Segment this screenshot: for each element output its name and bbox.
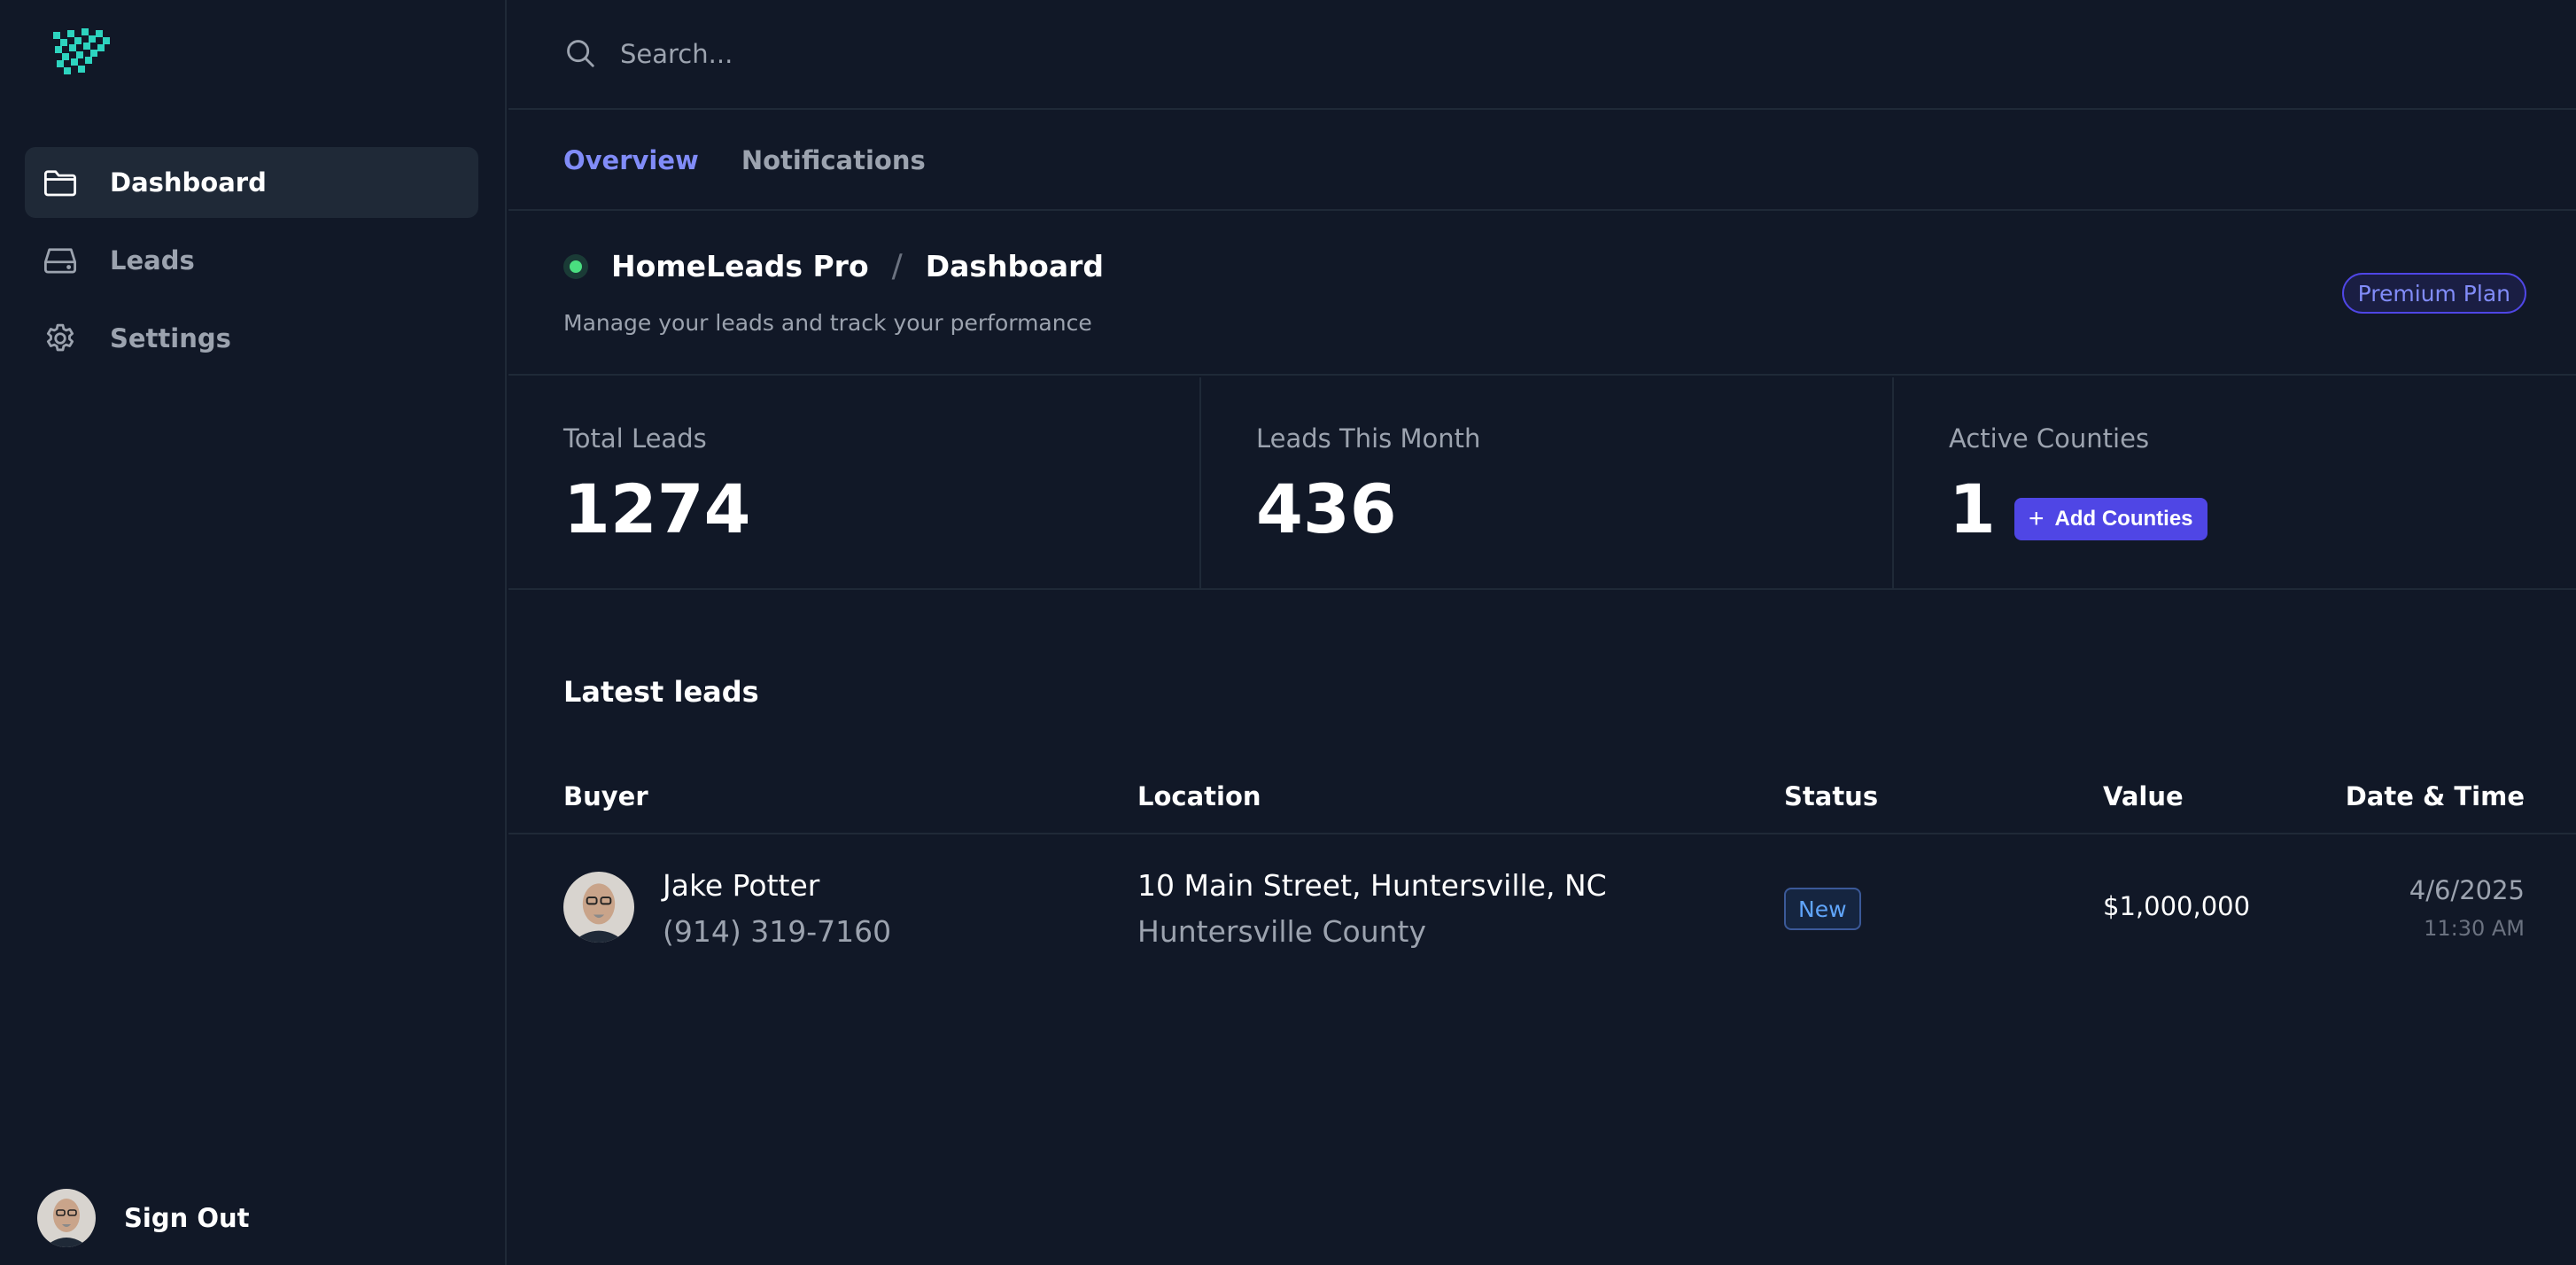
- sidebar: Dashboard Leads Settings Sign Out: [0, 0, 507, 1265]
- avatar: [563, 872, 634, 943]
- gear-icon: [41, 319, 80, 358]
- search-input[interactable]: [620, 39, 1683, 69]
- page-title: Dashboard: [925, 249, 1105, 283]
- sign-out-label: Sign Out: [124, 1203, 250, 1233]
- buyer-phone: (914) 319-7160: [663, 914, 892, 949]
- plus-icon: +: [2029, 504, 2045, 533]
- search-icon: [563, 36, 599, 72]
- search-bar: [508, 0, 2576, 110]
- buyer-name: Jake Potter: [663, 868, 820, 903]
- main-content: Overview Notifications HomeLeads Pro / D…: [508, 0, 2576, 1265]
- add-counties-button[interactable]: + Add Counties: [2014, 498, 2207, 540]
- sign-out-button[interactable]: Sign Out: [37, 1189, 250, 1247]
- stat-label: Total Leads: [563, 423, 707, 454]
- page-header: HomeLeads Pro / Dashboard Manage your le…: [508, 213, 2576, 376]
- table-row[interactable]: Jake Potter (914) 319-7160 10 Main Stree…: [508, 836, 2576, 978]
- status-badge: New: [1784, 888, 1861, 930]
- location-county: Huntersville County: [1137, 914, 1427, 949]
- breadcrumb: HomeLeads Pro / Dashboard: [563, 248, 1104, 284]
- table-header: Buyer Location Status Value Date & Time: [508, 776, 2576, 834]
- page-subtitle: Manage your leads and track your perform…: [563, 310, 1092, 336]
- plan-badge: Premium Plan: [2341, 273, 2526, 314]
- latest-leads-title: Latest leads: [563, 675, 759, 709]
- column-header-date-time: Date & Time: [2345, 781, 2525, 811]
- tab-bar: Overview Notifications: [508, 112, 2576, 211]
- stat-leads-this-month: Leads This Month 436: [1201, 377, 1894, 588]
- location-address: 10 Main Street, Huntersville, NC: [1137, 868, 1607, 903]
- sidebar-item-label: Settings: [110, 323, 231, 353]
- logo-icon[interactable]: [50, 27, 113, 80]
- sidebar-item-leads[interactable]: Leads: [25, 225, 478, 296]
- breadcrumb-app[interactable]: HomeLeads Pro: [611, 249, 869, 283]
- lead-value: $1,000,000: [2103, 891, 2251, 921]
- tab-notifications[interactable]: Notifications: [741, 145, 926, 175]
- sidebar-item-label: Dashboard: [110, 167, 267, 198]
- stat-value: 1274: [563, 470, 751, 548]
- column-header-buyer: Buyer: [563, 781, 648, 811]
- stat-total-leads: Total Leads 1274: [508, 377, 1201, 588]
- sidebar-item-settings[interactable]: Settings: [25, 303, 478, 374]
- sidebar-item-label: Leads: [110, 245, 195, 276]
- stats-row: Total Leads 1274 Leads This Month 436 Ac…: [508, 377, 2576, 590]
- stat-active-counties: Active Counties 1 + Add Counties: [1894, 377, 2576, 588]
- column-header-status: Status: [1784, 781, 1879, 811]
- lead-date: 4/6/2025: [2409, 875, 2525, 905]
- breadcrumb-separator: /: [891, 248, 903, 284]
- stat-label: Leads This Month: [1256, 423, 1481, 454]
- stat-value: 1: [1949, 470, 1996, 548]
- sidebar-nav: Dashboard Leads Settings: [25, 147, 478, 381]
- avatar: [37, 1189, 96, 1247]
- column-header-value: Value: [2103, 781, 2184, 811]
- add-counties-label: Add Counties: [2054, 507, 2193, 531]
- lead-time: 11:30 AM: [2424, 916, 2525, 941]
- stat-value: 436: [1256, 470, 1397, 548]
- app-root: Dashboard Leads Settings Sign Out Search…: [0, 0, 2576, 1265]
- tab-overview[interactable]: Overview: [563, 145, 699, 175]
- folder-icon: [41, 163, 80, 202]
- online-status-icon: [563, 253, 588, 279]
- hard-drive-icon: [41, 241, 80, 280]
- column-header-location: Location: [1137, 781, 1261, 811]
- stat-label: Active Counties: [1949, 423, 2150, 454]
- sidebar-item-dashboard[interactable]: Dashboard: [25, 147, 478, 218]
